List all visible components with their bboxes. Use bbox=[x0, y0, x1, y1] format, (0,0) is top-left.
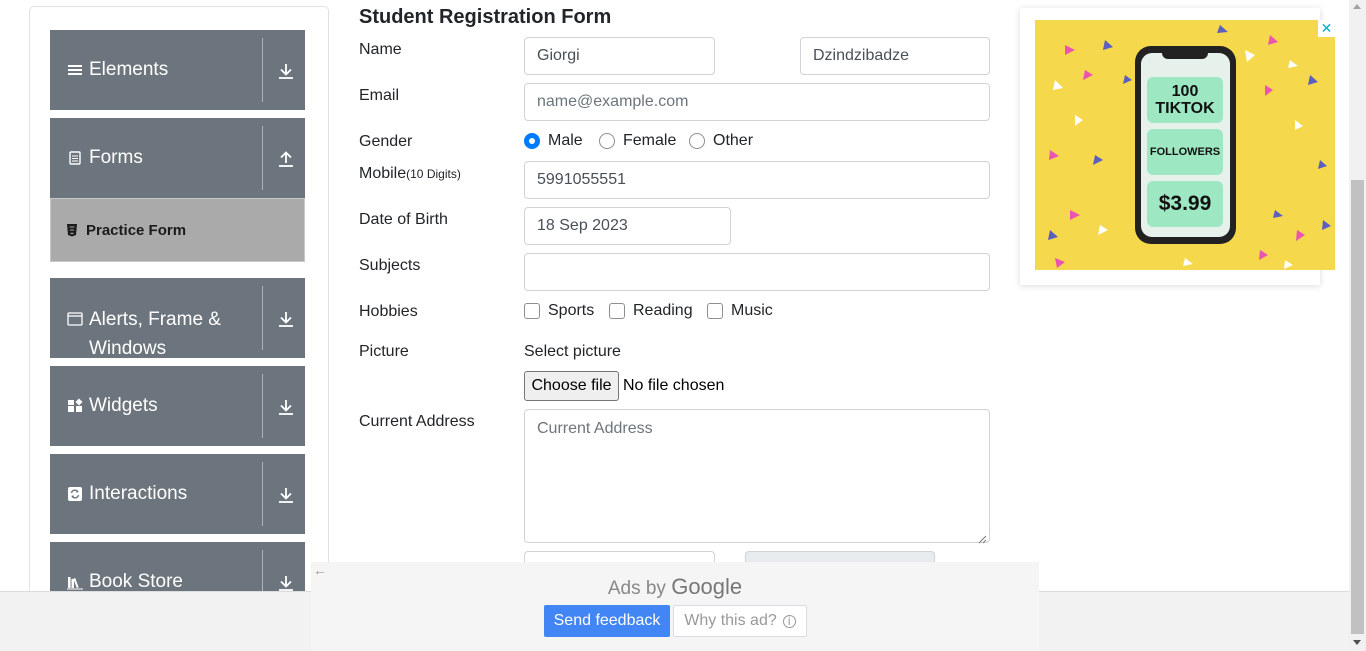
sidebar-group-elements[interactable]: Elements bbox=[50, 30, 305, 110]
sidebar-group-widgets-header: Widgets bbox=[50, 366, 261, 446]
mobile-input[interactable]: 5991055551 bbox=[524, 161, 990, 199]
choose-file-button[interactable]: Choose file bbox=[524, 371, 619, 401]
checkbox-label: Music bbox=[731, 302, 773, 319]
select-picture-label: Select picture bbox=[524, 343, 621, 360]
books-icon bbox=[67, 574, 83, 590]
radio-button[interactable] bbox=[689, 133, 705, 149]
checkbox[interactable] bbox=[707, 303, 723, 319]
checkbox[interactable] bbox=[609, 303, 625, 319]
ad-price: $3.99 bbox=[1147, 181, 1223, 227]
checkbox[interactable] bbox=[524, 303, 540, 319]
sidebar-group-alerts[interactable]: Alerts, Frame & Windows bbox=[50, 278, 305, 359]
mobile-label-text: Mobile bbox=[359, 165, 407, 182]
download-arrow-icon[interactable] bbox=[277, 309, 295, 329]
first-name-input[interactable]: Giorgi bbox=[524, 37, 715, 75]
phone-notch bbox=[1162, 49, 1208, 59]
sidebar-group-label: Alerts, Frame & Windows bbox=[89, 309, 221, 359]
widgets-icon bbox=[67, 398, 83, 414]
mobile-hint: (10 Digits) bbox=[406, 167, 461, 181]
hobby-checkbox-music[interactable]: Music bbox=[707, 302, 773, 320]
email-label: Email bbox=[359, 87, 400, 104]
checkbox-label: Reading bbox=[633, 302, 693, 319]
scroll-up-arrow-icon[interactable] bbox=[1353, 4, 1361, 9]
textarea-placeholder: Current Address bbox=[537, 420, 653, 437]
ad-headline: 100 TIKTOK bbox=[1147, 77, 1223, 123]
gender-radio-other[interactable]: Other bbox=[689, 132, 753, 150]
sidebar-group-alerts-header: Alerts, Frame & Windows bbox=[50, 278, 261, 359]
page-title: Student Registration Form bbox=[359, 6, 612, 28]
email-input[interactable]: name@example.com bbox=[524, 83, 990, 121]
refresh-icon bbox=[67, 486, 83, 502]
sidebar-item-practice-form[interactable]: Practice Form bbox=[50, 198, 305, 262]
sidebar-group-forms[interactable]: Forms bbox=[50, 118, 305, 198]
sidebar-item-label: Practice Form bbox=[86, 221, 187, 239]
sidebar-group-elements-header: Elements bbox=[50, 30, 261, 110]
send-feedback-button[interactable]: Send feedback bbox=[544, 605, 670, 637]
resize-grip-icon[interactable] bbox=[978, 531, 987, 544]
why-this-ad-button[interactable]: Why this ad? i bbox=[673, 605, 807, 637]
sidebar-group-label: Interactions bbox=[89, 483, 188, 504]
ads-by-google-label: Ads by Google bbox=[311, 574, 1039, 600]
checkbox-label: Sports bbox=[548, 302, 595, 319]
dob-input[interactable]: 18 Sep 2023 bbox=[524, 207, 731, 245]
gender-radio-female[interactable]: Female bbox=[599, 132, 676, 150]
radio-button[interactable] bbox=[599, 133, 615, 149]
download-arrow-icon[interactable] bbox=[277, 397, 295, 417]
hobbies-label: Hobbies bbox=[359, 303, 418, 320]
gender-label: Gender bbox=[359, 133, 413, 150]
sidebar-group-interactions-header: Interactions bbox=[50, 454, 261, 534]
radio-label: Male bbox=[548, 132, 583, 149]
sidebar-group-forms-header: Forms bbox=[50, 118, 261, 198]
why-this-ad-label: Why this ad? bbox=[684, 612, 777, 629]
dob-label: Date of Birth bbox=[359, 211, 448, 228]
gender-radio-male[interactable]: Male bbox=[524, 132, 583, 150]
info-icon: i bbox=[782, 614, 796, 628]
download-arrow-icon[interactable] bbox=[277, 61, 295, 81]
divider bbox=[262, 126, 263, 190]
divider bbox=[262, 286, 263, 350]
google-logo-text: Google bbox=[671, 574, 743, 599]
sidebar-group-label: Book Store bbox=[89, 571, 183, 592]
subjects-input[interactable] bbox=[524, 253, 990, 291]
last-name-input[interactable]: Dzindzibadze bbox=[800, 37, 990, 75]
divider bbox=[262, 374, 263, 438]
scrollbar-thumb[interactable] bbox=[1351, 180, 1364, 634]
scroll-down-arrow-icon[interactable] bbox=[1353, 640, 1361, 645]
window-icon bbox=[67, 311, 83, 327]
file-status: No file chosen bbox=[623, 377, 725, 394]
radio-button[interactable] bbox=[524, 133, 540, 149]
download-arrow-icon[interactable] bbox=[277, 485, 295, 505]
sidebar-group-label: Elements bbox=[89, 59, 169, 80]
ads-by-text: Ads by bbox=[607, 578, 666, 599]
hobby-checkbox-reading[interactable]: Reading bbox=[609, 302, 693, 320]
sidebar-group-label: Widgets bbox=[89, 395, 158, 416]
mobile-label: Mobile(10 Digits) bbox=[359, 165, 461, 183]
current-address-textarea[interactable]: Current Address bbox=[524, 409, 990, 544]
hamburger-icon bbox=[67, 62, 83, 78]
ad-subline: FOLLOWERS bbox=[1147, 129, 1223, 175]
sidebar-group-label: Forms bbox=[89, 147, 143, 168]
hobby-checkbox-sports[interactable]: Sports bbox=[524, 302, 594, 320]
upload-arrow-icon[interactable] bbox=[277, 149, 295, 169]
picture-label: Picture bbox=[359, 343, 409, 360]
ad-close-icon[interactable]: ✕ bbox=[1318, 20, 1335, 37]
download-arrow-icon[interactable] bbox=[277, 573, 295, 593]
subjects-label: Subjects bbox=[359, 257, 421, 274]
divider bbox=[262, 38, 263, 102]
name-label: Name bbox=[359, 41, 402, 58]
sidebar-group-interactions[interactable]: Interactions bbox=[50, 454, 305, 534]
sidebar-group-widgets[interactable]: Widgets bbox=[50, 366, 305, 446]
address-label: Current Address bbox=[359, 413, 475, 430]
divider bbox=[262, 462, 263, 526]
radio-label: Female bbox=[623, 132, 677, 149]
html5-icon bbox=[65, 223, 79, 237]
document-icon bbox=[67, 150, 83, 166]
radio-label: Other bbox=[713, 132, 754, 149]
